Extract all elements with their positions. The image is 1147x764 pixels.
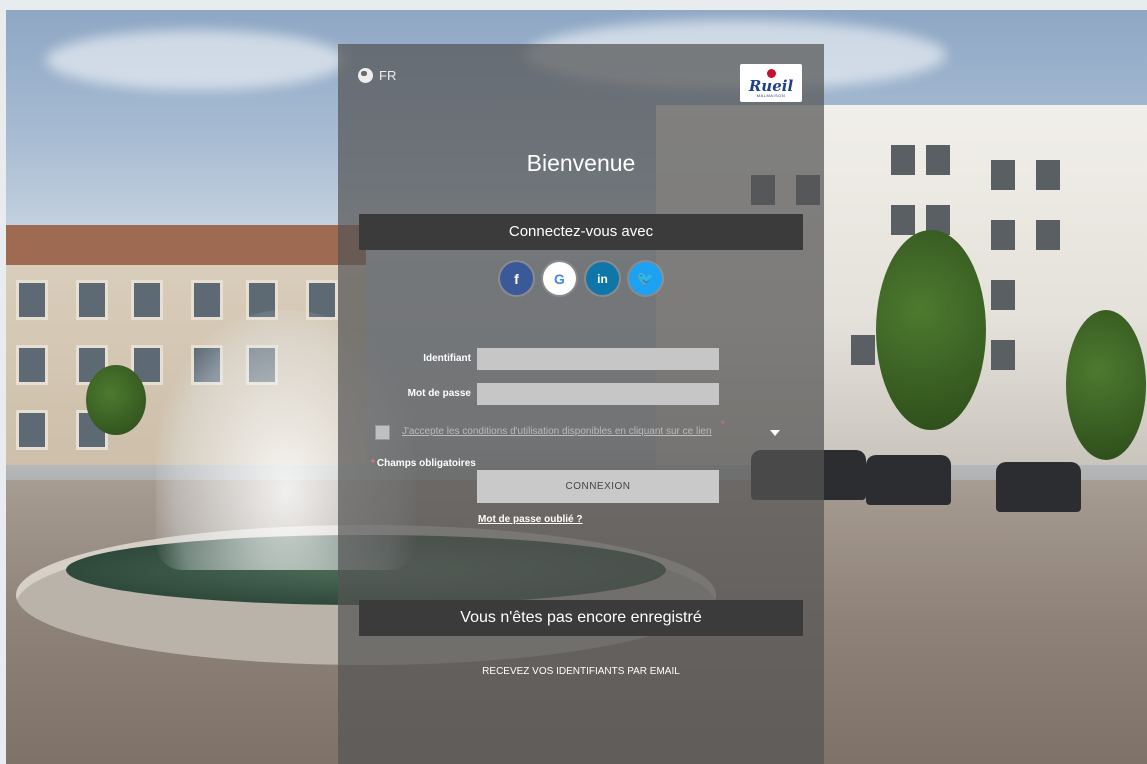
city-logo: Rueil MALMAISON bbox=[740, 64, 802, 102]
social-buttons: f G in 🐦 bbox=[338, 262, 824, 295]
logo-text: Rueil bbox=[748, 76, 794, 95]
terms-checkbox[interactable] bbox=[375, 425, 390, 440]
page-title: Bienvenue bbox=[526, 150, 636, 176]
register-header: Vous n'êtes pas encore enregistré bbox=[359, 600, 803, 636]
chevron-down-icon[interactable] bbox=[770, 430, 780, 436]
google-icon: G bbox=[554, 270, 565, 287]
password-input[interactable] bbox=[477, 383, 719, 405]
connexion-button[interactable]: CONNEXION bbox=[477, 470, 719, 503]
google-button[interactable]: G bbox=[543, 262, 576, 295]
social-header: Connectez-vous avec bbox=[359, 214, 803, 250]
email-credentials-link[interactable]: RECEVEZ VOS IDENTIFIANTS PAR EMAIL bbox=[338, 666, 824, 677]
required-note: * Champs obligatoires bbox=[371, 458, 476, 469]
terms-link[interactable]: J'accepte les conditions d'utilisation d… bbox=[402, 426, 712, 437]
page-frame: FR Rueil MALMAISON Bienvenue Connectez-v… bbox=[6, 10, 1147, 764]
language-label: FR bbox=[379, 68, 397, 83]
twitter-icon: 🐦 bbox=[636, 270, 655, 286]
required-text: Champs obligatoires bbox=[376, 458, 476, 469]
forgot-password-link[interactable]: Mot de passe oublié ? bbox=[478, 514, 582, 525]
facebook-icon: f bbox=[514, 270, 519, 287]
linkedin-button[interactable]: in bbox=[586, 262, 619, 295]
twitter-button[interactable]: 🐦 bbox=[629, 262, 662, 295]
password-label: Mot de passe bbox=[407, 388, 471, 399]
linkedin-icon: in bbox=[597, 271, 608, 286]
required-star: * bbox=[371, 458, 375, 469]
terms-required-mark: * bbox=[721, 419, 725, 429]
language-selector[interactable]: FR bbox=[358, 68, 396, 83]
facebook-button[interactable]: f bbox=[500, 262, 533, 295]
globe-icon bbox=[358, 68, 373, 83]
login-panel: FR Rueil MALMAISON Bienvenue Connectez-v… bbox=[338, 44, 824, 764]
logo-subtext: MALMAISON bbox=[756, 92, 786, 98]
identifier-input[interactable] bbox=[477, 348, 719, 370]
identifier-label: Identifiant bbox=[423, 353, 471, 364]
